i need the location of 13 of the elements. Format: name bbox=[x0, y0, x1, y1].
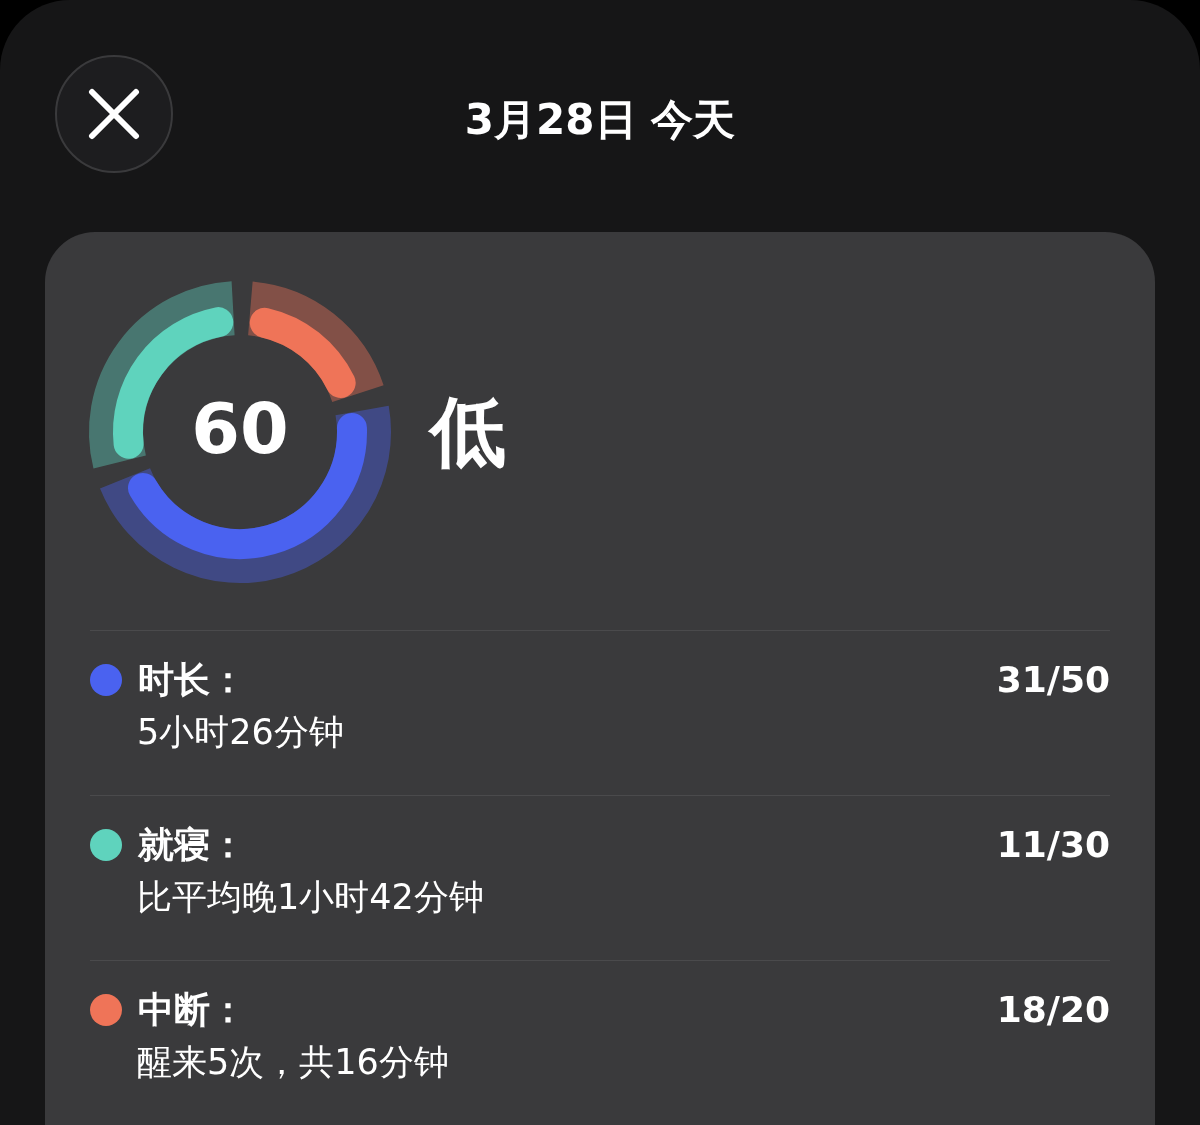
score-rating: 低 bbox=[430, 394, 506, 470]
metric-score: 11/30 bbox=[996, 824, 1110, 866]
metric-label: 就寝： bbox=[138, 824, 246, 866]
close-icon bbox=[88, 88, 140, 140]
metric-score: 18/20 bbox=[996, 989, 1110, 1031]
sleep-score: 60 bbox=[191, 394, 289, 465]
metric-label: 时长： bbox=[138, 659, 246, 701]
metric-detail: 醒来5次，共16分钟 bbox=[137, 1042, 449, 1083]
metric-detail: 比平均晚1小时42分钟 bbox=[137, 877, 484, 918]
metric-label: 中断： bbox=[138, 989, 246, 1031]
date-title: 3月28日 今天 bbox=[464, 95, 736, 144]
metric-score: 31/50 bbox=[996, 659, 1110, 701]
metric-detail: 5小时26分钟 bbox=[137, 712, 344, 753]
